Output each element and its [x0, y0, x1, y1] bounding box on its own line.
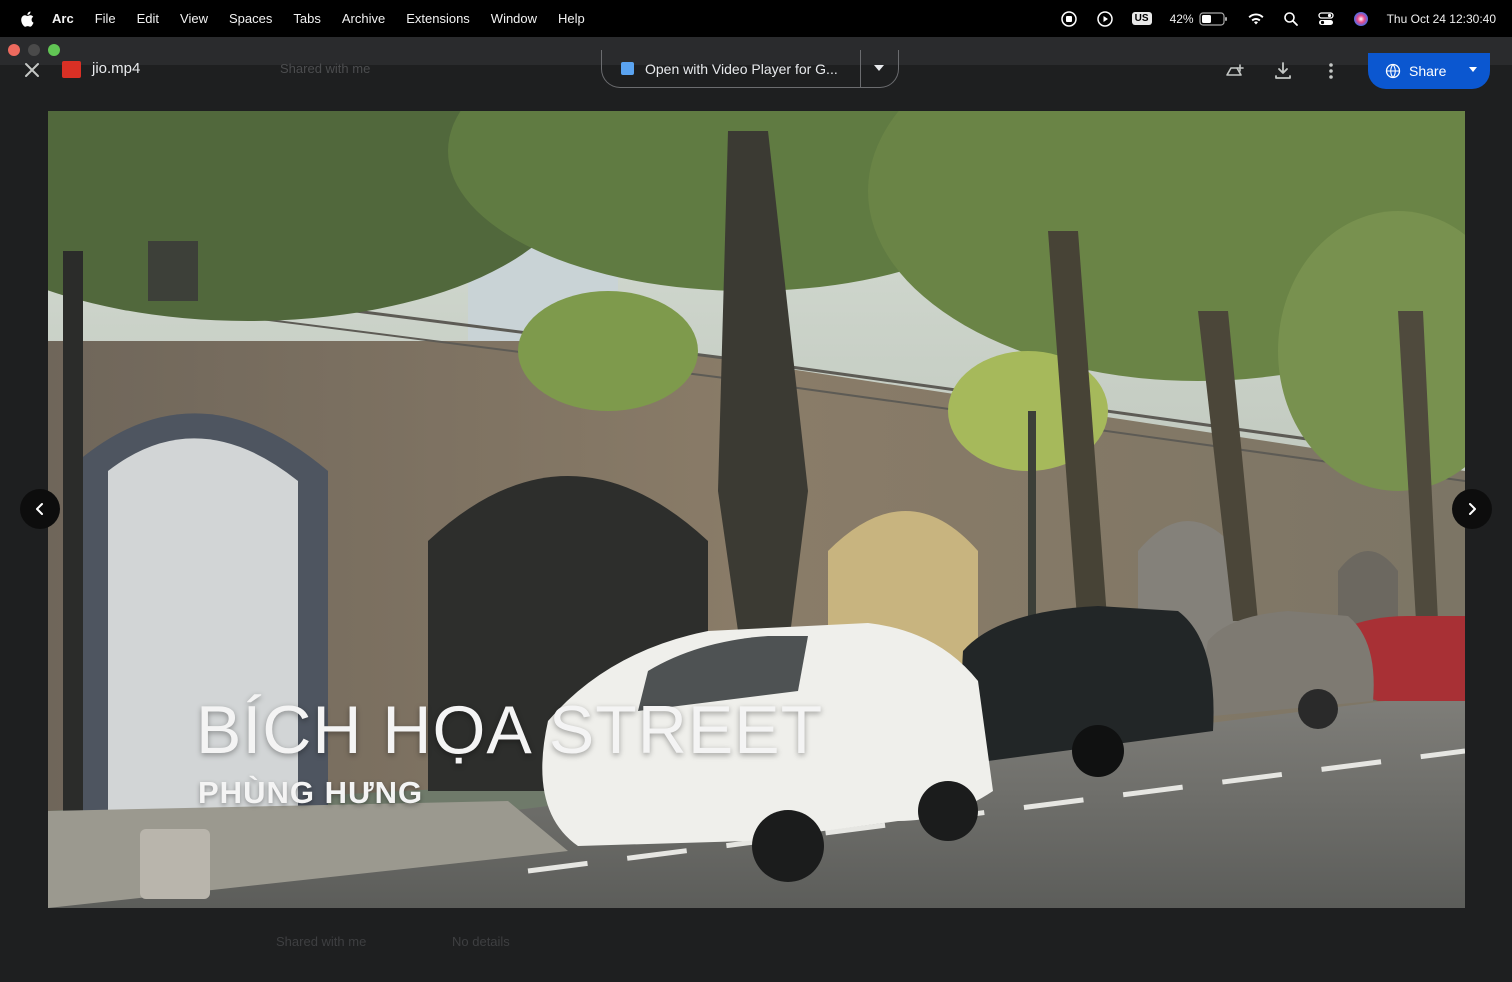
previous-file-button[interactable]	[20, 489, 60, 529]
screen-record-icon[interactable]	[1060, 10, 1078, 28]
file-name: jio.mp4	[92, 60, 141, 77]
menu-view[interactable]: View	[180, 11, 208, 26]
battery-icon	[1198, 11, 1227, 26]
share-dropdown-chevron-icon[interactable]	[1468, 66, 1478, 74]
wifi-icon[interactable]	[1247, 12, 1265, 26]
more-options-icon[interactable]	[1320, 60, 1342, 82]
battery-percentage: 42%	[1169, 11, 1194, 26]
globe-icon	[1385, 63, 1401, 79]
open-with-label: Open with Video Player for G...	[645, 60, 838, 77]
video-caption-title: BÍCH HỌA STREET	[196, 692, 824, 768]
control-center-icon[interactable]	[1317, 11, 1335, 27]
menu-extensions[interactable]: Extensions	[406, 11, 470, 26]
download-icon[interactable]	[1272, 60, 1294, 82]
share-label: Share	[1409, 63, 1447, 79]
video-file-icon	[62, 61, 81, 78]
video-player-app-icon	[621, 62, 634, 75]
footer-shared-label: Shared with me	[276, 934, 367, 949]
apple-logo-icon[interactable]	[18, 9, 38, 29]
open-with-button[interactable]: Open with Video Player for G...	[601, 50, 899, 88]
faded-header-label: Shared with me	[280, 61, 371, 76]
menu-tabs[interactable]: Tabs	[293, 11, 320, 26]
chevron-down-icon[interactable]	[873, 64, 885, 72]
menu-archive[interactable]: Archive	[342, 11, 385, 26]
menu-app-name[interactable]: Arc	[52, 11, 74, 26]
macos-menu-bar: Arc File Edit View Spaces Tabs Archive E…	[0, 0, 1512, 37]
add-to-drive-icon[interactable]	[1224, 60, 1246, 82]
play-icon[interactable]	[1096, 10, 1114, 28]
battery-indicator[interactable]: 42%	[1170, 12, 1229, 26]
open-with-divider	[860, 50, 861, 87]
chevron-right-icon	[1469, 503, 1476, 515]
menu-bar-clock[interactable]: Thu Oct 24 12:30:40	[1387, 12, 1496, 26]
keyboard-layout-badge[interactable]: US	[1131, 12, 1152, 25]
menu-bar-status-area: US 42% Thu Oct 24 12:30:40	[1042, 0, 1496, 37]
spotlight-search-icon[interactable]	[1283, 11, 1299, 27]
next-file-button[interactable]	[1452, 489, 1492, 529]
footer-details-label: No details	[452, 934, 510, 949]
video-caption-subtitle: PHÙNG HƯNG	[198, 775, 424, 810]
menu-edit[interactable]: Edit	[137, 11, 159, 26]
menu-file[interactable]: File	[95, 11, 116, 26]
chevron-left-icon	[36, 503, 43, 515]
siri-icon[interactable]	[1353, 11, 1369, 27]
menu-spaces[interactable]: Spaces	[229, 11, 272, 26]
close-viewer-icon[interactable]	[20, 58, 44, 82]
menu-window[interactable]: Window	[491, 11, 537, 26]
share-button[interactable]: Share	[1368, 53, 1490, 89]
video-player-frame[interactable]: BÍCH HỌA STREET PHÙNG HƯNG	[48, 111, 1465, 908]
menu-help[interactable]: Help	[558, 11, 585, 26]
